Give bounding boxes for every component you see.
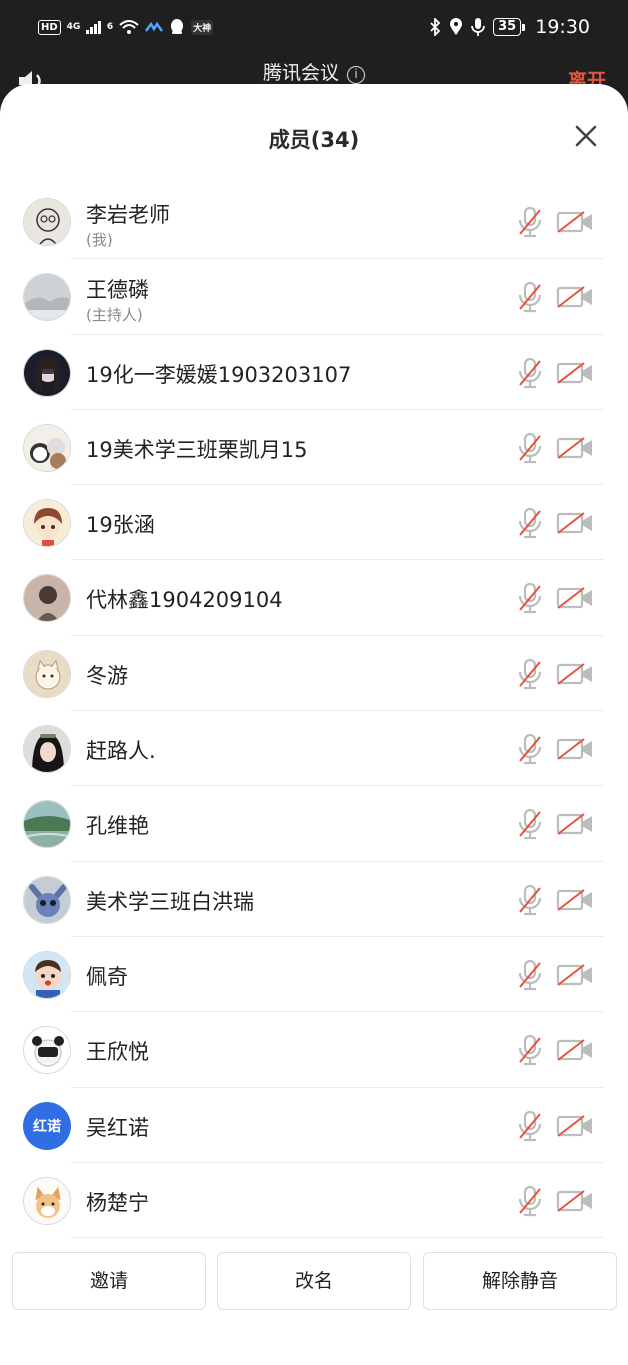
camera-off-icon[interactable]	[556, 511, 594, 535]
member-name: 19美术学三班栗凯月15	[86, 437, 308, 462]
mic-muted-icon[interactable]	[516, 432, 544, 464]
app-badge-icon: 大神	[191, 19, 214, 35]
wifi-gen-label: 6	[106, 21, 114, 32]
meeting-title: 腾讯会议 i	[0, 58, 628, 85]
member-name: 佩奇	[86, 964, 128, 989]
member-name: 19张涵	[86, 513, 155, 538]
mic-muted-icon[interactable]	[516, 1185, 544, 1217]
camera-off-icon[interactable]	[556, 285, 594, 309]
member-name: 王德磷	[86, 278, 149, 303]
avatar	[23, 1176, 71, 1225]
member-row[interactable]: 王德磷 (主持人)	[0, 259, 628, 335]
member-row[interactable]: 佩奇	[0, 937, 628, 1013]
qq-icon	[171, 19, 184, 34]
member-row[interactable]: 孔维艳	[0, 786, 628, 862]
network-type: 4G	[66, 21, 81, 32]
app-icon	[145, 21, 164, 32]
camera-off-icon[interactable]	[556, 361, 594, 385]
camera-off-icon[interactable]	[556, 1189, 594, 1213]
member-name: 杨楚宁	[86, 1190, 149, 1215]
avatar	[23, 800, 71, 849]
camera-off-icon[interactable]	[556, 1114, 594, 1138]
panel-title: 成员(34)	[268, 128, 360, 152]
clock: 19:30	[535, 16, 590, 38]
info-icon[interactable]: i	[347, 66, 365, 84]
meeting-title-text: 腾讯会议	[262, 62, 339, 84]
mic-muted-icon[interactable]	[516, 507, 544, 539]
avatar	[23, 725, 71, 774]
bluetooth-icon	[430, 18, 441, 36]
battery-indicator: 35	[493, 18, 526, 36]
member-name: 代林鑫1904209104	[86, 588, 283, 613]
mic-muted-icon[interactable]	[516, 884, 544, 916]
mic-muted-icon[interactable]	[516, 658, 544, 690]
mic-muted-icon[interactable]	[516, 733, 544, 765]
rename-button[interactable]: 改名	[217, 1252, 411, 1310]
member-list: 李岩老师 (我) 王德磷 (主持人) 19化一李媛媛1903203107 19美术学三班栗…	[0, 184, 628, 1239]
unmute-all-button[interactable]: 解除静音	[423, 1252, 617, 1310]
mic-muted-icon[interactable]	[516, 281, 544, 313]
row-divider	[71, 1237, 604, 1239]
members-panel: 成员(34) 李岩老师 (我) 王德磷 (主持人) 19化一李媛媛1903203107 1…	[0, 84, 628, 1365]
mic-muted-icon[interactable]	[516, 959, 544, 991]
mic-muted-icon[interactable]	[516, 808, 544, 840]
avatar	[23, 499, 71, 548]
member-row[interactable]: 赶路人.	[0, 711, 628, 787]
member-name: 19化一李媛媛1903203107	[86, 362, 352, 387]
mic-muted-icon[interactable]	[516, 357, 544, 389]
camera-off-icon[interactable]	[556, 812, 594, 836]
camera-off-icon[interactable]	[556, 586, 594, 610]
avatar	[23, 649, 71, 698]
camera-off-icon[interactable]	[556, 737, 594, 761]
avatar	[23, 875, 71, 924]
avatar: 红诺	[23, 1101, 71, 1150]
avatar	[23, 950, 71, 999]
avatar	[23, 423, 71, 472]
camera-off-icon[interactable]	[556, 662, 594, 686]
hd-badge: HD	[38, 19, 61, 35]
wifi-icon	[119, 20, 139, 34]
member-row[interactable]: 19美术学三班栗凯月15	[0, 410, 628, 486]
member-row[interactable]: 红诺 吴红诺	[0, 1088, 628, 1163]
member-row[interactable]: 19化一李媛媛1903203107	[0, 335, 628, 410]
avatar	[23, 348, 71, 397]
member-row[interactable]: 美术学三班白洪瑞	[0, 862, 628, 937]
avatar	[23, 198, 71, 246]
avatar	[23, 273, 71, 322]
member-role: (主持人)	[86, 306, 143, 325]
member-row[interactable]: 19张涵	[0, 485, 628, 561]
member-name: 孔维艳	[86, 814, 149, 839]
member-name: 冬游	[86, 663, 128, 688]
mic-muted-icon[interactable]	[516, 1034, 544, 1066]
invite-button[interactable]: 邀请	[12, 1252, 206, 1310]
avatar	[23, 574, 71, 623]
member-row[interactable]: 王欣悦	[0, 1012, 628, 1088]
status-bar: HD 4G 6 大神 35 19:30	[0, 0, 628, 60]
location-icon	[450, 18, 463, 35]
camera-off-icon[interactable]	[556, 436, 594, 460]
signal-icon	[86, 20, 101, 34]
member-name: 李岩老师	[86, 203, 170, 227]
mic-muted-icon[interactable]	[516, 206, 544, 238]
member-row[interactable]: 冬游	[0, 636, 628, 712]
camera-off-icon[interactable]	[556, 888, 594, 912]
mic-muted-icon[interactable]	[516, 582, 544, 614]
member-row[interactable]: 李岩老师 (我)	[0, 184, 628, 260]
member-name: 吴红诺	[86, 1115, 149, 1140]
member-role: (我)	[86, 231, 113, 249]
member-name: 王欣悦	[86, 1040, 149, 1065]
member-row[interactable]: 杨楚宁	[0, 1163, 628, 1239]
status-left: HD 4G 6 大神	[38, 18, 214, 36]
mic-muted-icon[interactable]	[516, 1110, 544, 1142]
member-name: 美术学三班白洪瑞	[86, 889, 254, 914]
avatar	[23, 1026, 71, 1075]
member-row[interactable]: 代林鑫1904209104	[0, 560, 628, 636]
close-icon[interactable]	[574, 124, 598, 148]
camera-off-icon[interactable]	[556, 1038, 594, 1062]
camera-off-icon[interactable]	[556, 210, 594, 234]
camera-off-icon[interactable]	[556, 963, 594, 987]
member-name: 赶路人.	[86, 739, 156, 764]
mic-icon	[471, 18, 486, 36]
status-right: 35 19:30	[429, 16, 590, 38]
